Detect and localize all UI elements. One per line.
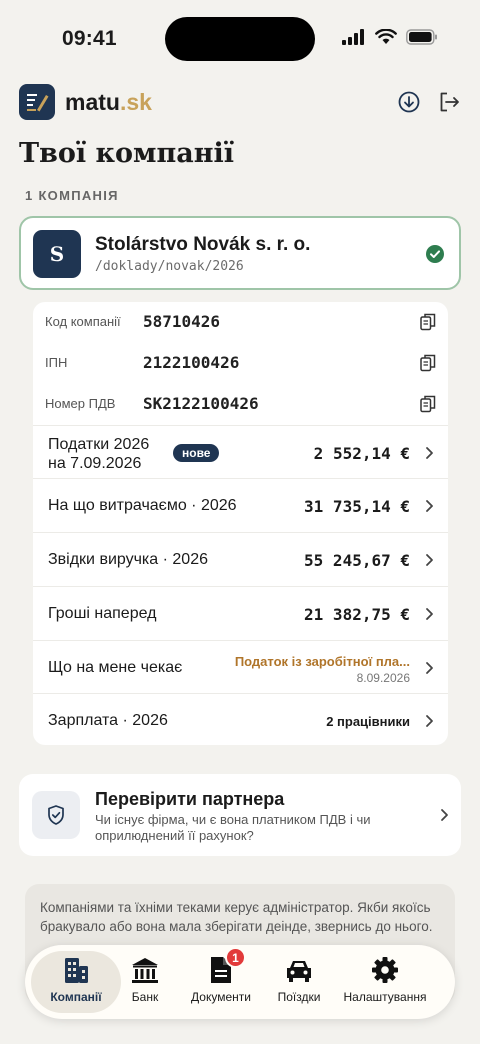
id-label: Код компанії [45, 314, 121, 329]
status-bar: 09:41 [0, 0, 480, 76]
pending-date: 8.09.2026 [356, 671, 410, 685]
tab-bank[interactable]: Банк [121, 951, 169, 1013]
copy-icon[interactable] [420, 313, 436, 331]
tab-label: Компанії [50, 990, 102, 1004]
app-name: matu.sk [65, 89, 152, 116]
tab-documents[interactable]: 1 Документи [183, 947, 259, 1013]
tab-label: Документи [191, 990, 251, 1004]
battery-icon [406, 29, 437, 45]
pending-note: Податок із заробітної пла... [234, 654, 410, 669]
signal-icon [342, 29, 364, 45]
company-details-card: Код компанії 58710426 ІПН 2122100426 Ном… [33, 302, 448, 745]
app-header: matu.sk [19, 84, 461, 120]
partner-title: Перевірити партнера [95, 789, 285, 809]
dynamic-island [165, 17, 315, 61]
logo-mark-icon [27, 94, 49, 112]
admin-notice-text: Компаніями та їхніми теками керує адміні… [40, 900, 433, 934]
chevron-right-icon [426, 500, 433, 512]
check-partner-card[interactable]: Перевірити партнера Чи існує фірма, чи є… [19, 774, 461, 856]
id-value: 58710426 [143, 312, 221, 331]
download-icon[interactable] [397, 90, 421, 114]
documents-badge: 1 [225, 947, 246, 968]
company-avatar: S [33, 230, 81, 278]
id-value: SK2122100426 [143, 394, 259, 413]
partner-description: Чи існує фірма, чи є вона платником ПДВ … [95, 812, 371, 843]
spending-amount: 31 735,14 € [304, 497, 410, 516]
id-label: Номер ПДВ [45, 396, 116, 411]
car-icon [287, 961, 311, 982]
taxes-row[interactable]: Податки 2026 на 7.09.2026 нове 2 552,14 € [33, 425, 448, 478]
document-icon-wrap: 1 [206, 947, 246, 985]
spending-label: На що витрачаємо · 2026 [48, 497, 237, 514]
status-icons [342, 29, 438, 45]
pending-label: Що на мене чекає [48, 659, 183, 676]
tab-settings[interactable]: Налаштування [337, 951, 433, 1013]
id-row-vat-number: Номер ПДВ SK2122100426 [33, 384, 448, 424]
advance-row[interactable]: Гроші наперед 21 382,75 € [33, 586, 448, 639]
status-time: 09:41 [62, 27, 117, 50]
shield-icon-box [32, 791, 80, 839]
logout-icon[interactable] [437, 90, 461, 114]
app-name-tld: .sk [119, 89, 152, 115]
revenue-row[interactable]: Звідки виручка · 2026 55 245,67 € [33, 532, 448, 585]
app-logo [19, 84, 55, 120]
chevron-right-icon [426, 662, 433, 674]
taxes-label-line1: Податки 2026 [48, 436, 150, 453]
pending-row[interactable]: Що на мене чекає Податок із заробітної п… [33, 640, 448, 693]
tab-trips[interactable]: Поїздки [271, 951, 327, 1013]
id-row-tax-id: ІПН 2122100426 [33, 343, 448, 383]
building-icon [65, 958, 88, 983]
chevron-right-icon [426, 554, 433, 566]
id-value: 2122100426 [143, 353, 240, 372]
company-folder-path: /doklady/novak/2026 [95, 259, 244, 274]
tab-label: Налаштування [343, 990, 427, 1004]
chevron-right-icon [426, 447, 433, 459]
salary-label: Зарплата · 2026 [48, 712, 168, 729]
id-label: ІПН [45, 355, 68, 370]
chevron-right-icon [441, 809, 448, 821]
chevron-right-icon [426, 715, 433, 727]
revenue-label: Звідки виручка · 2026 [48, 551, 208, 568]
company-name: Stolárstvo Novák s. r. o. [95, 234, 311, 255]
id-row-company-code: Код компанії 58710426 [33, 302, 448, 342]
advance-label: Гроші наперед [48, 605, 157, 622]
gear-icon [372, 957, 398, 983]
shield-check-icon [48, 805, 64, 825]
copy-icon[interactable] [420, 395, 436, 413]
tab-bar: Компанії Банк 1 Документи Поїздки Налашт… [25, 945, 455, 1019]
check-circle-icon [426, 245, 444, 263]
tab-companies[interactable]: Компанії [31, 951, 121, 1013]
tab-label: Банк [131, 990, 159, 1004]
spending-row[interactable]: На що витрачаємо · 2026 31 735,14 € [33, 478, 448, 531]
tab-label: Поїздки [277, 990, 321, 1004]
salary-value: 2 працівники [326, 714, 410, 729]
app-name-main: matu [65, 89, 120, 115]
bank-icon [132, 958, 158, 983]
taxes-label-line2: на 7.09.2026 [48, 455, 142, 472]
copy-icon[interactable] [420, 354, 436, 372]
chevron-right-icon [426, 608, 433, 620]
revenue-amount: 55 245,67 € [304, 551, 410, 570]
wifi-icon [375, 29, 397, 44]
new-badge: нове [173, 444, 220, 462]
taxes-amount: 2 552,14 € [313, 444, 410, 463]
advance-amount: 21 382,75 € [304, 605, 410, 624]
page-title: Твої компанії [19, 138, 235, 169]
company-card[interactable]: S Stolárstvo Novák s. r. o. /doklady/nov… [19, 216, 461, 290]
salary-row[interactable]: Зарплата · 2026 2 працівники [33, 693, 448, 746]
company-count: 1 КОМПАНІЯ [25, 188, 119, 203]
taxes-label: Податки 2026 на 7.09.2026 [48, 435, 149, 473]
